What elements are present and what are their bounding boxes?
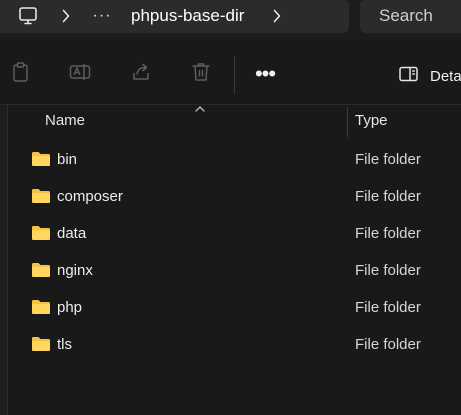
folder-icon: [31, 188, 51, 204]
file-type: File folder: [355, 336, 421, 353]
file-type: File folder: [355, 299, 421, 316]
folder-icon: [31, 262, 51, 278]
list-item[interactable]: data File folder: [8, 216, 461, 253]
navigation-pane-edge[interactable]: [0, 105, 8, 415]
command-bar: ••• Deta: [0, 40, 461, 105]
file-name: tls: [57, 336, 72, 353]
column-header-name[interactable]: Name: [45, 112, 85, 129]
file-list: Name Type bin File folder composer File …: [0, 105, 461, 415]
list-item[interactable]: nginx File folder: [8, 253, 461, 290]
details-label: Deta: [430, 67, 461, 85]
delete-button[interactable]: [190, 61, 212, 88]
file-type: File folder: [355, 188, 421, 205]
file-type: File folder: [355, 225, 421, 242]
column-header-type[interactable]: Type: [355, 112, 388, 129]
copy-icon: [11, 61, 31, 88]
search-placeholder: Search: [379, 6, 433, 25]
details-pane-button[interactable]: Deta: [399, 65, 461, 87]
list-item[interactable]: composer File folder: [8, 179, 461, 216]
column-divider[interactable]: [347, 107, 348, 137]
file-name: bin: [57, 151, 78, 168]
search-input[interactable]: Search: [360, 0, 461, 33]
folder-icon: [31, 299, 51, 315]
list-item[interactable]: php File folder: [8, 290, 461, 327]
file-explorer-window: ··· phpus-base-dir Search ••• Deta Name …: [0, 0, 461, 415]
sort-ascending-icon: [194, 101, 206, 112]
this-pc-icon[interactable]: [18, 6, 38, 26]
file-name: nginx: [57, 262, 93, 279]
list-item[interactable]: bin File folder: [8, 142, 461, 179]
file-type: File folder: [355, 262, 421, 279]
rename-button[interactable]: [69, 63, 91, 85]
file-name: composer: [57, 188, 123, 205]
chevron-right-icon[interactable]: [273, 9, 281, 23]
rename-icon: [69, 61, 91, 88]
folder-icon: [31, 151, 51, 167]
file-name: data: [57, 225, 87, 242]
file-rows: bin File folder composer File folder dat…: [8, 142, 461, 364]
list-item[interactable]: tls File folder: [8, 327, 461, 364]
share-icon: [130, 61, 152, 88]
delete-icon: [191, 61, 211, 88]
file-type: File folder: [355, 151, 421, 168]
folder-icon: [31, 225, 51, 241]
address-row: ··· phpus-base-dir Search: [0, 0, 461, 40]
folder-icon: [31, 336, 51, 352]
share-button[interactable]: [130, 63, 152, 85]
copy-button[interactable]: [10, 61, 32, 88]
breadcrumb-current-folder[interactable]: phpus-base-dir: [131, 6, 244, 26]
details-pane-icon: [399, 66, 419, 87]
breadcrumb-overflow-button[interactable]: ···: [88, 4, 116, 28]
more-options-button[interactable]: •••: [252, 62, 278, 86]
chevron-right-icon[interactable]: [62, 9, 70, 23]
column-header-row: Name Type: [8, 105, 461, 137]
breadcrumb[interactable]: ··· phpus-base-dir: [0, 0, 349, 33]
file-name: php: [57, 299, 83, 316]
command-separator: [234, 56, 235, 94]
